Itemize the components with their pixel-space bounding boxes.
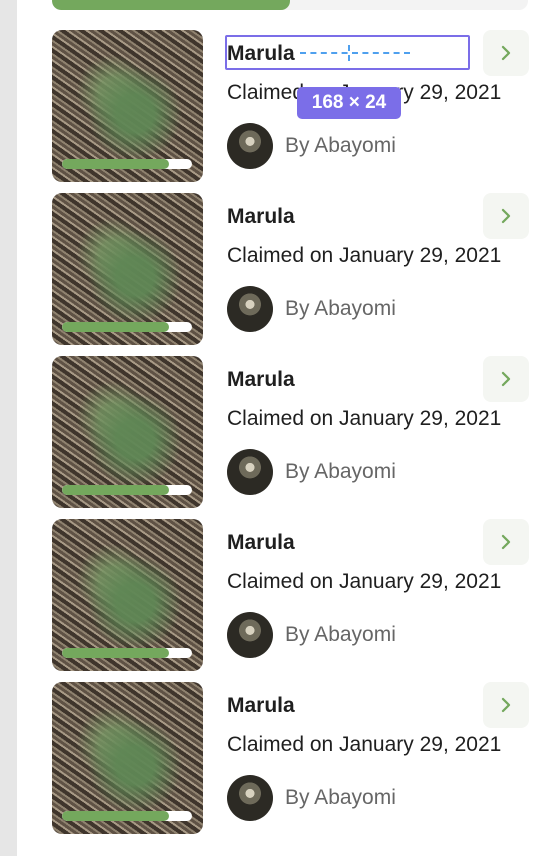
thumbnail-progress-bar (62, 811, 192, 821)
chevron-right-icon (501, 534, 511, 550)
item-title: Marula (227, 368, 295, 391)
list-item[interactable]: Marula Claimed on January 29, 2021 By Ab… (52, 682, 530, 834)
plant-thumbnail[interactable] (52, 30, 203, 182)
measure-guide-tick (348, 45, 350, 61)
item-author: By Abayomi (285, 786, 396, 809)
item-title: Marula (227, 694, 295, 717)
thumbnail-progress-fill (62, 811, 169, 821)
list-item[interactable]: Marula Claimed on January 29, 2021 By Ab… (52, 356, 530, 508)
thumbnail-progress-bar (62, 648, 192, 658)
avatar (227, 123, 273, 169)
open-item-button[interactable] (483, 356, 529, 402)
thumbnail-progress-fill (62, 648, 169, 658)
item-claimed-date: Claimed on January 29, 2021 (227, 570, 502, 593)
top-progress-bar (52, 0, 528, 10)
thumbnail-progress-fill (62, 485, 169, 495)
plant-thumbnail[interactable] (52, 193, 203, 345)
chevron-right-icon (501, 697, 511, 713)
item-claimed-date: Claimed on January 29, 2021 (227, 407, 502, 430)
thumbnail-progress-bar (62, 159, 192, 169)
item-author: By Abayomi (285, 134, 396, 157)
list-item[interactable]: Marula Claimed on January 29, 2021 By Ab… (52, 519, 530, 671)
avatar (227, 449, 273, 495)
item-claimed-date: Claimed on January 29, 2021 (227, 733, 502, 756)
claims-list: Marula Claimed on January 29, 2021 By Ab… (52, 30, 530, 845)
item-author: By Abayomi (285, 297, 396, 320)
plant-thumbnail[interactable] (52, 356, 203, 508)
thumbnail-progress-bar (62, 485, 192, 495)
chevron-right-icon (501, 371, 511, 387)
avatar (227, 286, 273, 332)
avatar (227, 612, 273, 658)
chevron-right-icon (501, 208, 511, 224)
item-title: Marula (227, 531, 295, 554)
item-claimed-date: Claimed on January 29, 2021 (227, 244, 502, 267)
open-item-button[interactable] (483, 519, 529, 565)
chevron-right-icon (501, 45, 511, 61)
open-item-button[interactable] (483, 682, 529, 728)
item-title: Marula (227, 205, 295, 228)
open-item-button[interactable] (483, 30, 529, 76)
size-badge: 168 × 24 (297, 87, 401, 119)
thumbnail-progress-fill (62, 159, 169, 169)
left-rail (0, 0, 17, 856)
top-progress-fill (52, 0, 290, 10)
plant-thumbnail[interactable] (52, 519, 203, 671)
plant-thumbnail[interactable] (52, 682, 203, 834)
thumbnail-progress-fill (62, 322, 169, 332)
item-author: By Abayomi (285, 623, 396, 646)
list-item[interactable]: Marula Claimed on January 29, 2021 By Ab… (52, 193, 530, 345)
measure-guide-horizontal (300, 52, 410, 54)
item-author: By Abayomi (285, 460, 396, 483)
thumbnail-progress-bar (62, 322, 192, 332)
avatar (227, 775, 273, 821)
open-item-button[interactable] (483, 193, 529, 239)
